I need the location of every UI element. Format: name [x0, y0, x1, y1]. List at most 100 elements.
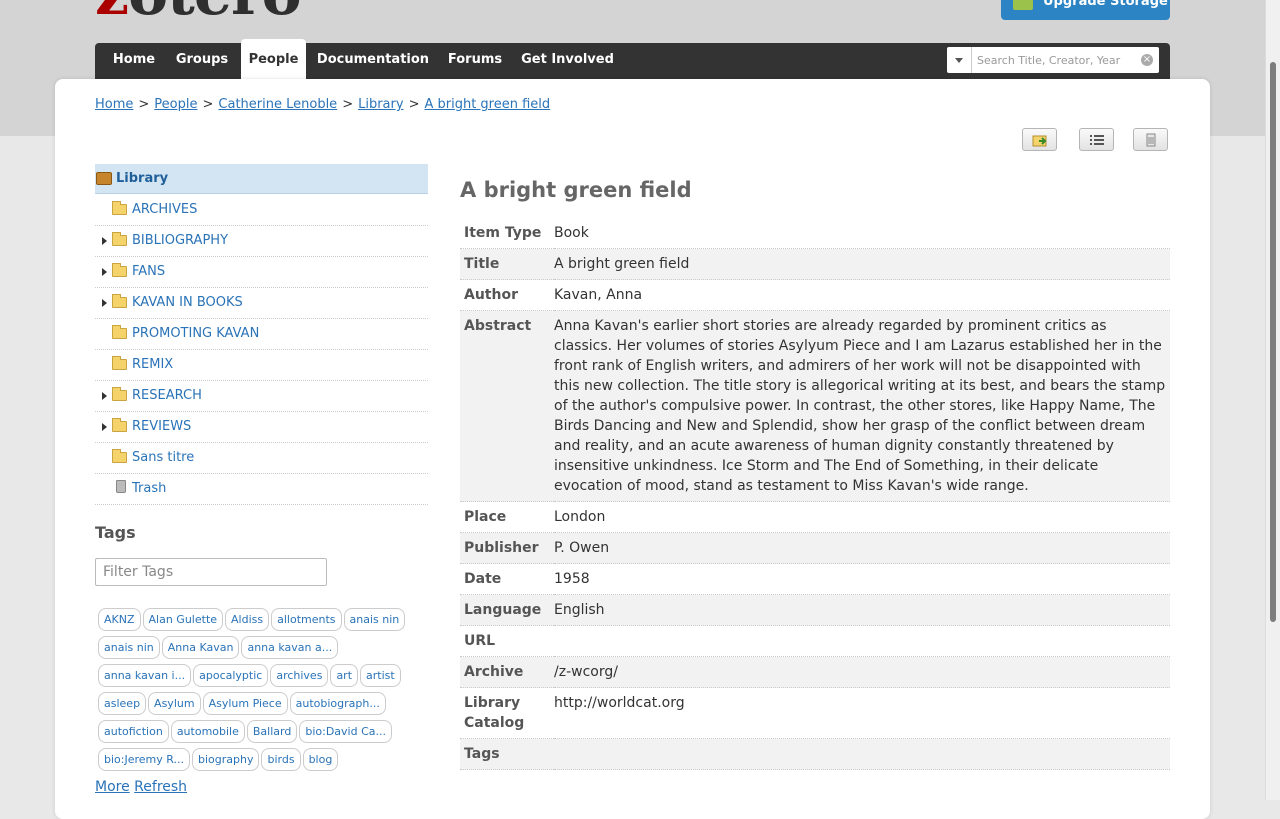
collection-kavan-in-books[interactable]: KAVAN IN BOOKS — [95, 288, 428, 319]
breadcrumb-user[interactable]: Catherine Lenoble — [218, 97, 337, 112]
field-row-language: Language English — [460, 594, 1170, 626]
tag-row: anna kavan i... apocalyptic archives art art… — [96, 664, 426, 692]
tag-bio-jeremy-r[interactable]: bio:Jeremy R... — [98, 748, 190, 771]
breadcrumb-separator: > — [408, 97, 420, 112]
field-value — [554, 626, 1170, 657]
tag-anna-kavan-i[interactable]: anna kavan i... — [98, 664, 192, 687]
expand-arrow-icon[interactable] — [102, 392, 107, 400]
tag-row: asleep Asylum Asylum Piece autobiograph... — [96, 692, 426, 720]
cite-button[interactable] — [1133, 128, 1168, 151]
collection-bibliography[interactable]: BIBLIOGRAPHY — [95, 226, 428, 257]
tag-anna-kavan-a[interactable]: anna kavan a... — [241, 636, 339, 659]
zotero-logo[interactable]: zotero — [95, 0, 302, 24]
tag-asylum[interactable]: Asylum — [148, 692, 201, 715]
collection-label: PROMOTING KAVAN — [132, 326, 260, 341]
more-tags-link[interactable]: More — [95, 779, 130, 795]
export-icon — [1032, 135, 1047, 147]
tag-art[interactable]: art — [330, 664, 359, 687]
tag-aknz[interactable]: AKNZ — [98, 608, 141, 631]
collection-archives[interactable]: ARCHIVES — [95, 195, 428, 226]
field-value: Kavan, Anna — [554, 287, 643, 303]
search-scope-dropdown[interactable] — [947, 47, 972, 73]
upgrade-storage-button[interactable]: Upgrade Storage — [1001, 0, 1170, 20]
collection-trash[interactable]: Trash — [95, 474, 428, 505]
tag-cloud: AKNZ Alan Gulette Aldiss allotments anais ni… — [96, 608, 426, 776]
trash-icon — [116, 480, 126, 493]
field-label: Publisher — [464, 540, 539, 556]
nav-groups[interactable]: Groups — [168, 43, 236, 79]
tag-anais-nin[interactable]: anais nin — [343, 608, 406, 631]
folder-icon — [112, 232, 127, 246]
field-row-date: Date 1958 — [460, 564, 1170, 595]
expand-arrow-icon[interactable] — [102, 423, 107, 431]
nav-home[interactable]: Home — [103, 43, 165, 79]
tag-birds[interactable]: birds — [261, 748, 301, 771]
collection-research[interactable]: RESEARCH — [95, 381, 428, 412]
folder-icon — [112, 201, 127, 215]
tag-blog[interactable]: blog — [302, 748, 339, 771]
list-view-button[interactable] — [1079, 128, 1114, 151]
expand-arrow-icon[interactable] — [102, 299, 107, 307]
tag-bio-david-ca[interactable]: bio:David Ca... — [299, 720, 392, 743]
field-row-archive: Archive/z-wcorg/ — [460, 656, 1170, 688]
tag-archives[interactable]: archives — [270, 664, 329, 687]
tag-row: bio:Jeremy R... biography birds blog — [96, 748, 426, 776]
collection-label: REVIEWS — [132, 419, 192, 434]
nav-get-involved[interactable]: Get Involved — [519, 43, 616, 79]
tag-artist[interactable]: artist — [360, 664, 401, 687]
collection-sans-titre[interactable]: Sans titre — [95, 443, 428, 474]
folder-icon — [112, 449, 127, 463]
breadcrumb-library[interactable]: Library — [358, 97, 403, 112]
nav-forums[interactable]: Forums — [442, 43, 508, 79]
breadcrumb-separator: > — [138, 97, 150, 112]
expand-arrow-icon[interactable] — [102, 237, 107, 245]
field-value: /z-wcorg/ — [554, 664, 618, 680]
clear-search-icon[interactable]: × — [1141, 54, 1153, 66]
export-button[interactable] — [1022, 128, 1057, 151]
tag-alan-gulette[interactable]: Alan Gulette — [142, 608, 224, 631]
collection-promoting-kavan[interactable]: PROMOTING KAVAN — [95, 319, 428, 350]
field-label: Date — [464, 571, 502, 587]
list-view-icon — [1090, 135, 1104, 145]
breadcrumb-home[interactable]: Home — [95, 97, 133, 112]
field-label: Language — [464, 602, 542, 618]
breadcrumb-separator: > — [202, 97, 214, 112]
tag-apocalyptic[interactable]: apocalyptic — [193, 664, 269, 687]
field-value: London — [554, 509, 606, 525]
library-root[interactable]: Library — [95, 164, 428, 194]
nav-documentation[interactable]: Documentation — [311, 43, 435, 79]
tag-asleep[interactable]: asleep — [98, 692, 147, 715]
filter-tags-input[interactable] — [95, 558, 327, 586]
tag-aldiss[interactable]: Aldiss — [225, 608, 270, 631]
tag-automobile[interactable]: automobile — [170, 720, 245, 743]
tag-allotments[interactable]: allotments — [271, 608, 342, 631]
collection-remix[interactable]: REMIX — [95, 350, 428, 381]
tag-asylum-piece[interactable]: Asylum Piece — [202, 692, 288, 715]
tag-ballard[interactable]: Ballard — [246, 720, 298, 743]
tag-anais-nin[interactable]: anais nin — [98, 636, 160, 659]
folder-icon — [112, 263, 127, 277]
breadcrumb: Home > People > Catherine Lenoble > Library > A … — [95, 97, 550, 112]
field-label: Item Type — [464, 225, 542, 241]
scrollbar-thumb[interactable] — [1270, 62, 1276, 622]
scrollbar[interactable] — [1265, 0, 1280, 800]
tag-autofiction[interactable]: autofiction — [98, 720, 169, 743]
field-value: A bright green field — [554, 256, 690, 272]
nav-people[interactable]: People — [241, 39, 306, 79]
collection-fans[interactable]: FANS — [95, 257, 428, 288]
expand-arrow-icon[interactable] — [102, 268, 107, 276]
collection-reviews[interactable]: REVIEWS — [95, 412, 428, 443]
collection-label: Sans titre — [132, 450, 195, 465]
item-fields-table: Item Type Book Title A bright green field Au… — [460, 218, 1170, 770]
field-row-item-type: Item Type Book — [460, 218, 1170, 249]
search-input[interactable] — [973, 47, 1141, 73]
collection-label: Trash — [132, 481, 167, 496]
field-value: http://worldcat.org — [554, 695, 685, 711]
refresh-tags-link[interactable]: Refresh — [134, 779, 187, 795]
breadcrumb-people[interactable]: People — [154, 97, 197, 112]
field-label: Abstract — [464, 318, 532, 334]
tag-biography[interactable]: biography — [192, 748, 260, 771]
tag-autobiograph[interactable]: autobiograph... — [289, 692, 386, 715]
tag-anna-kavan[interactable]: Anna Kavan — [161, 636, 240, 659]
breadcrumb-item[interactable]: A bright green field — [424, 97, 550, 112]
